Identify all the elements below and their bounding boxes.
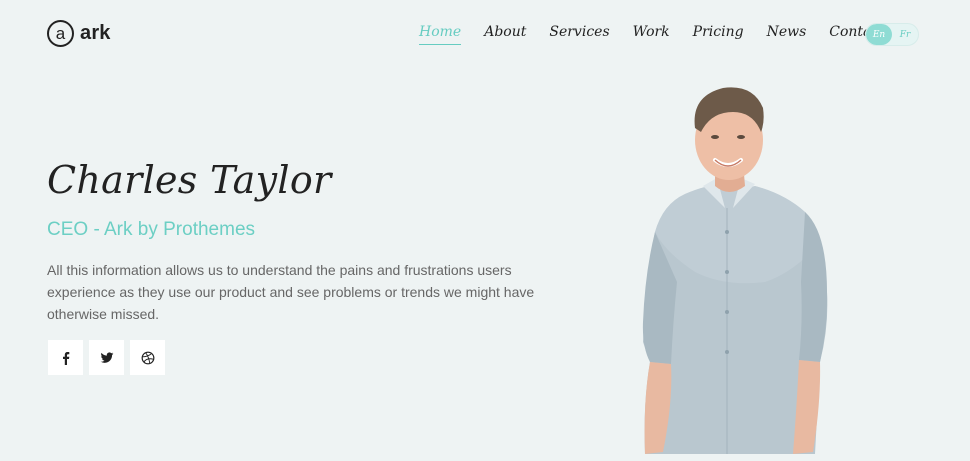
language-switcher: En Fr — [865, 23, 919, 46]
facebook-icon — [62, 351, 69, 365]
dribbble-button[interactable] — [130, 340, 165, 375]
hero-role: CEO - Ark by Prothemes — [47, 219, 256, 240]
logo-mark: a — [47, 20, 74, 47]
nav-work[interactable]: Work — [633, 24, 670, 45]
lang-en-button[interactable]: En — [866, 24, 892, 45]
logo-text: ark — [80, 22, 111, 44]
site-header: a ark Home About Services Work Pricing N… — [0, 0, 970, 70]
twitter-icon — [100, 351, 113, 363]
hero-description: All this information allows us to unders… — [47, 262, 535, 322]
lang-fr-button[interactable]: Fr — [892, 24, 918, 45]
nav-news[interactable]: News — [767, 24, 807, 45]
hero-name: Charles Taylor — [47, 158, 332, 202]
main-nav: Home About Services Work Pricing News Co… — [419, 24, 915, 45]
logo[interactable]: a ark — [47, 20, 111, 47]
social-links — [48, 340, 171, 375]
nav-services[interactable]: Services — [549, 24, 609, 45]
twitter-button[interactable] — [89, 340, 124, 375]
portrait-image — [642, 87, 828, 454]
nav-pricing[interactable]: Pricing — [693, 24, 744, 45]
nav-home[interactable]: Home — [419, 24, 462, 45]
nav-about[interactable]: About — [484, 24, 526, 45]
dribbble-icon — [141, 351, 154, 364]
facebook-button[interactable] — [48, 340, 83, 375]
